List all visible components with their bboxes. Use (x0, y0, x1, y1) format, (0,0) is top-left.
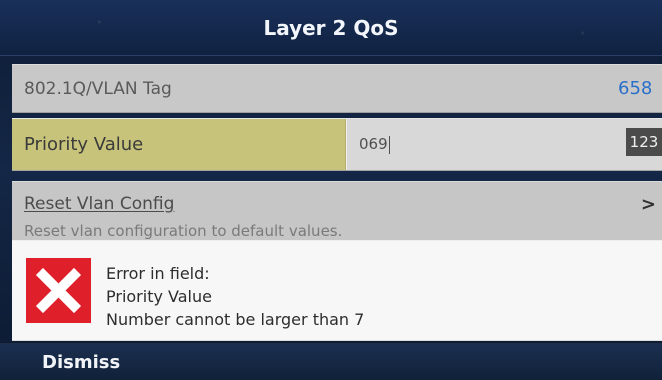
numeric-input-mode-label: 123 (629, 133, 659, 151)
text-caret (388, 135, 390, 154)
error-x-icon (26, 258, 91, 323)
error-message-panel: Error in field: Priority Value Number ca… (12, 240, 662, 341)
priority-label-cell: Priority Value (12, 119, 346, 170)
error-detail: Number cannot be larger than 7 (106, 310, 365, 329)
priority-value-label: Priority Value (24, 134, 144, 155)
numeric-input-mode-badge: 123 (626, 128, 662, 156)
priority-value-text: 069 (347, 135, 390, 154)
priority-value-row[interactable]: Priority Value 069 123 (12, 118, 662, 171)
priority-value-input[interactable]: 069 123 (346, 119, 662, 170)
priority-value-entered: 069 (359, 135, 388, 154)
vlan-tag-value: 658 (618, 78, 653, 99)
page-title-bar: Layer 2 QoS (0, 0, 662, 56)
reset-vlan-config-description: Reset vlan configuration to default valu… (24, 222, 343, 240)
page-title: Layer 2 QoS (263, 15, 399, 40)
vlan-tag-label: 802.1Q/VLAN Tag (24, 79, 172, 99)
error-title: Error in field: (106, 264, 210, 283)
error-field-name: Priority Value (106, 287, 212, 306)
layer-2-qos-screen: Layer 2 QoS 802.1Q/VLAN Tag 658 Priority… (0, 0, 662, 380)
reset-vlan-config-link[interactable]: Reset Vlan Config (24, 194, 174, 214)
error-message-text: Error in field: Priority Value Number ca… (106, 262, 364, 331)
chevron-right-icon: > (640, 194, 656, 215)
dismiss-bar[interactable]: Dismiss (0, 343, 662, 380)
dismiss-button[interactable]: Dismiss (42, 352, 120, 373)
vlan-tag-row[interactable]: 802.1Q/VLAN Tag 658 (12, 64, 662, 113)
reset-vlan-config-row[interactable]: Reset Vlan Config Reset vlan configurati… (12, 181, 662, 242)
